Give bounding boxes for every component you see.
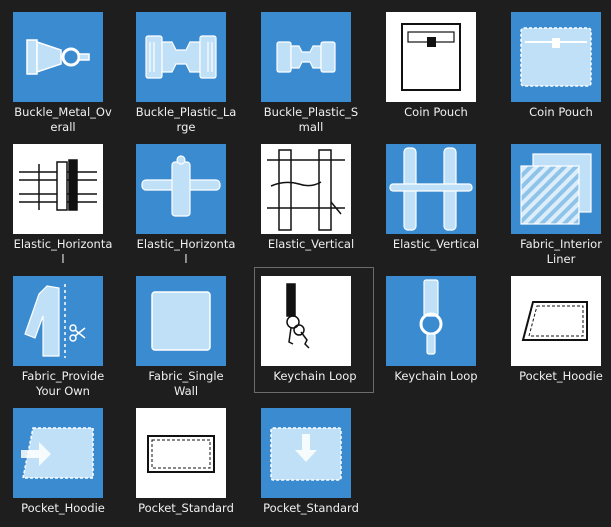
file-item-keychain-loop-outline[interactable]: Keychain Loop — [254, 267, 374, 393]
file-item-pocket-hoodie[interactable]: Pocket_Hoodie — [2, 399, 122, 525]
item-label: Fabric_Provide — [21, 369, 105, 383]
fabric-provide-your-own-icon — [13, 276, 103, 366]
file-item-buckle-metal-overall[interactable]: Buckle_Metal_Ov erall — [2, 3, 122, 134]
elastic-horizontal-icon — [136, 144, 226, 234]
elastic-horizontal-outline-icon — [13, 144, 103, 234]
keychain-loop-icon — [386, 276, 476, 366]
file-item-fabric-interior-liner[interactable]: Fabric_Interior Liner — [500, 135, 611, 266]
item-label: mall — [298, 120, 324, 134]
coin-pouch-icon — [511, 12, 601, 102]
file-item-fabric-provide-your-own[interactable]: Fabric_Provide Your Own — [2, 267, 122, 398]
item-label: Keychain Loop — [273, 369, 357, 383]
item-label: Buckle_Plastic_S — [263, 105, 359, 119]
file-item-pocket-hoodie-outline[interactable]: Pocket_Hoodie — [500, 267, 611, 393]
item-label: Keychain Loop — [394, 369, 478, 383]
item-label: rge — [176, 120, 196, 134]
buckle-plastic-large-icon — [136, 12, 226, 102]
item-label: Buckle_Plastic_La — [135, 105, 237, 119]
item-label: Liner — [546, 252, 576, 266]
item-label: Buckle_Metal_Ov — [14, 105, 112, 119]
item-label: Elastic_Horizonta — [136, 237, 236, 251]
item-label: Wall — [173, 384, 199, 398]
file-item-elastic-vertical-outline[interactable]: Elastic_Vertical — [250, 135, 370, 261]
file-item-elastic-vertical[interactable]: Elastic_Vertical — [375, 135, 495, 261]
item-label: Fabric_Single — [148, 369, 224, 383]
item-label: Pocket_Hoodie — [519, 369, 603, 383]
elastic-vertical-icon — [386, 144, 476, 234]
item-label: Elastic_Vertical — [392, 237, 480, 251]
file-item-fabric-single-wall[interactable]: Fabric_Single Wall — [125, 267, 245, 398]
item-label: Pocket_Standard — [138, 501, 234, 515]
fabric-single-wall-icon — [136, 276, 226, 366]
elastic-vertical-outline-icon — [261, 144, 351, 234]
item-label: l — [184, 252, 188, 266]
coin-pouch-outline-icon — [386, 12, 476, 102]
pocket-hoodie-outline-icon — [511, 276, 601, 366]
file-item-coin-pouch[interactable]: Coin Pouch — [500, 3, 611, 129]
item-label: Pocket_Standard — [263, 501, 359, 515]
item-label: Elastic_Vertical — [267, 237, 355, 251]
file-item-buckle-plastic-large[interactable]: Buckle_Plastic_La rge — [125, 3, 245, 134]
file-item-pocket-standard[interactable]: Pocket_Standard — [250, 399, 370, 525]
pocket-hoodie-icon — [13, 408, 103, 498]
file-item-elastic-horizontal[interactable]: Elastic_Horizonta l — [125, 135, 245, 266]
keychain-loop-outline-icon — [261, 276, 351, 366]
file-item-elastic-horizontal-outline[interactable]: Elastic_Horizonta l — [2, 135, 122, 266]
file-item-pocket-standard-outline[interactable]: Pocket_Standard — [125, 399, 245, 525]
item-label: Elastic_Horizonta — [13, 237, 113, 251]
item-label: Pocket_Hoodie — [21, 501, 105, 515]
item-label: l — [61, 252, 65, 266]
item-label: Your Own — [36, 384, 90, 398]
item-label: Fabric_Interior — [520, 237, 602, 251]
pocket-standard-outline-icon — [136, 408, 226, 498]
pocket-standard-icon — [261, 408, 351, 498]
file-item-keychain-loop[interactable]: Keychain Loop — [375, 267, 495, 393]
file-item-coin-pouch-outline[interactable]: Coin Pouch — [375, 3, 495, 129]
file-item-buckle-plastic-small[interactable]: Buckle_Plastic_S mall — [250, 3, 370, 134]
fabric-interior-liner-icon — [511, 144, 601, 234]
item-label: Coin Pouch — [404, 105, 468, 119]
buckle-metal-icon — [13, 12, 103, 102]
buckle-plastic-small-icon — [261, 12, 351, 102]
item-label: erall — [50, 120, 76, 134]
item-label: Coin Pouch — [529, 105, 593, 119]
